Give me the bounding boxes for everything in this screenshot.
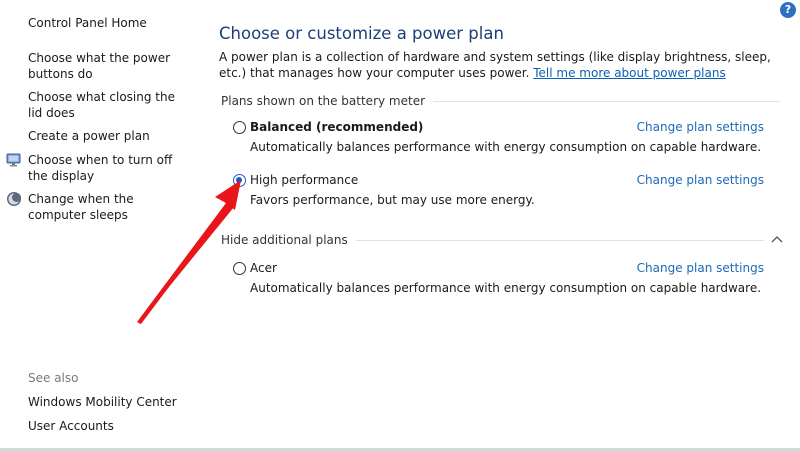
change-plan-settings-acer[interactable]: Change plan settings	[637, 261, 764, 275]
group-header-hide-additional[interactable]: Hide additional plans	[221, 232, 764, 248]
plan-row-acer: Acer Change plan settings	[233, 261, 764, 279]
tell-me-more-link[interactable]: Tell me more about power plans	[533, 66, 725, 80]
plan-desc-balanced: Automatically balances performance with …	[250, 140, 762, 154]
page-title: Choose or customize a power plan	[219, 24, 504, 43]
plan-row-high-performance: High performance Change plan settings	[233, 173, 764, 191]
plan-desc-acer: Automatically balances performance with …	[250, 281, 762, 295]
change-plan-settings-balanced[interactable]: Change plan settings	[637, 120, 764, 134]
radio-balanced[interactable]	[233, 121, 246, 134]
divider	[433, 100, 780, 102]
group-header-label: Hide additional plans	[221, 233, 348, 247]
chevron-up-icon[interactable]	[770, 233, 784, 247]
see-also-heading: See also	[28, 371, 79, 385]
see-also-user-accounts[interactable]: User Accounts	[28, 418, 193, 434]
plan-name-acer[interactable]: Acer	[250, 261, 277, 275]
group-header-label: Plans shown on the battery meter	[221, 94, 426, 108]
change-plan-settings-high-performance[interactable]: Change plan settings	[637, 173, 764, 187]
plan-name-balanced[interactable]: Balanced (recommended)	[250, 120, 423, 134]
radio-acer[interactable]	[233, 262, 246, 275]
control-panel-home-link[interactable]: Control Panel Home	[28, 15, 193, 31]
plan-row-balanced: Balanced (recommended) Change plan setti…	[233, 120, 764, 138]
main-content: Choose or customize a power plan A power…	[219, 0, 794, 452]
bottom-border	[0, 448, 800, 452]
divider	[355, 239, 764, 241]
sidebar-item-closing-lid[interactable]: Choose what closing the lid does	[28, 89, 193, 121]
group-header-battery-meter: Plans shown on the battery meter	[221, 93, 780, 109]
plan-name-high-performance[interactable]: High performance	[250, 173, 358, 187]
plan-desc-high-performance: Favors performance, but may use more ene…	[250, 193, 535, 207]
sidebar-item-turn-off-display[interactable]: Choose when to turn off the display	[28, 152, 193, 184]
monitor-icon	[6, 153, 21, 167]
moon-icon	[7, 192, 21, 206]
radio-high-performance[interactable]	[233, 174, 246, 187]
see-also-mobility-center[interactable]: Windows Mobility Center	[28, 394, 193, 410]
sidebar-item-create-plan[interactable]: Create a power plan	[28, 128, 193, 144]
sidebar-item-power-buttons[interactable]: Choose what the power buttons do	[28, 50, 193, 82]
intro-text: A power plan is a collection of hardware…	[219, 49, 779, 81]
sidebar-item-computer-sleeps[interactable]: Change when the computer sleeps	[28, 191, 193, 223]
sidebar: Control Panel Home Choose what the power…	[0, 0, 205, 452]
